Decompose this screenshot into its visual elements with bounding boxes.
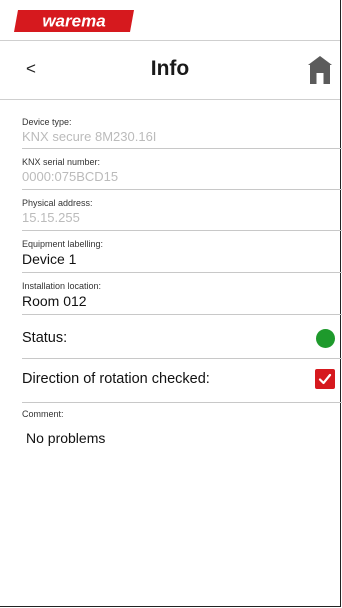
physical-address-field: Physical address: 15.15.255 [22,198,342,225]
divider [22,272,342,273]
equipment-labelling-input[interactable]: Device 1 [22,251,342,267]
checkmark-icon [318,373,332,385]
warema-logo: warema [14,10,134,32]
status-label: Status: [22,330,68,346]
comment-label: Comment: [22,409,64,419]
page-title: Info [150,57,190,80]
divider [22,358,342,359]
divider [22,314,342,315]
comment-input[interactable]: No problems [26,430,105,446]
installation-location-input[interactable]: Room 012 [22,293,342,309]
divider [22,189,342,190]
brand-bar: warema [0,0,340,41]
installation-location-label: Installation location: [22,281,102,291]
physical-address-label: Physical address: [22,198,93,208]
rotation-checked-label: Direction of rotation checked: [22,371,210,387]
serial-number-field: KNX serial number: 0000:075BCD15 [22,157,342,184]
svg-text:warema: warema [42,12,105,31]
home-icon[interactable] [307,55,333,85]
installation-location-field[interactable]: Installation location: Room 012 [22,281,342,309]
divider [22,402,342,403]
serial-number-value: 0000:075BCD15 [22,169,119,184]
divider [22,148,342,149]
status-indicator [316,329,335,348]
device-type-field: Device type: KNX secure 8M230.16I [22,117,342,144]
rotation-checked-checkbox[interactable] [315,369,335,389]
equipment-labelling-field[interactable]: Equipment labelling: Device 1 [22,239,342,267]
device-type-value: KNX secure 8M230.16I [22,129,157,144]
device-type-label: Device type: [22,117,72,127]
navigation-bar: < Info [0,41,340,100]
serial-number-label: KNX serial number: [22,157,101,167]
physical-address-value: 15.15.255 [22,210,80,225]
divider [22,230,342,231]
equipment-labelling-label: Equipment labelling: [22,239,104,249]
